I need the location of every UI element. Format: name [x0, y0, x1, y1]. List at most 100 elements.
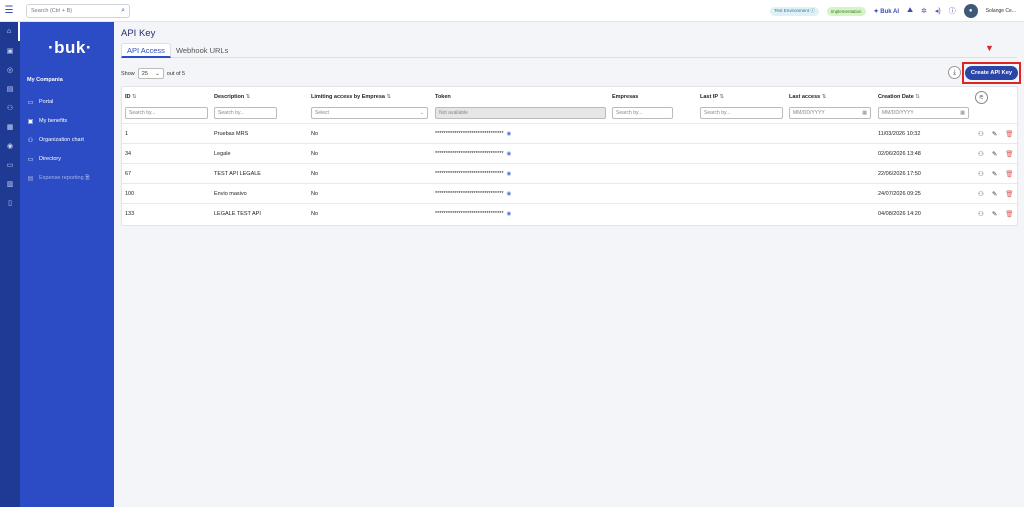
company-name: My Compania	[27, 77, 63, 83]
download-icon[interactable]: ⤓	[948, 66, 961, 79]
folder-icon[interactable]: ▭	[0, 155, 20, 174]
delete-icon[interactable]: 🗑	[1005, 150, 1013, 158]
page-size-select[interactable]: 25 ⌄	[137, 68, 164, 79]
page-size-control: Show 25 ⌄ out of 5	[121, 68, 185, 79]
total-count: out of 5	[166, 70, 186, 77]
delete-icon[interactable]: 🗑	[1005, 130, 1013, 138]
users-icon[interactable]: ⚇	[978, 170, 984, 178]
eye-icon[interactable]: ◉	[507, 191, 512, 197]
last-access-filter-input[interactable]: MM/DD/YYYY ▦	[789, 107, 871, 119]
menu-icon[interactable]: ☰	[0, 5, 18, 16]
header-label: Creation Date	[878, 94, 914, 100]
users-icon[interactable]: ⚇	[978, 150, 984, 158]
last-ip-filter-input[interactable]: Search by...	[700, 107, 783, 119]
edit-icon[interactable]: ✎	[992, 150, 997, 158]
tab-api-access[interactable]: API Access	[121, 43, 171, 58]
column-header-id[interactable]: ID ⇅	[125, 94, 137, 100]
users-icon[interactable]: ⚇	[978, 210, 984, 218]
sidebar-item-portal[interactable]: ▭ Portal	[27, 97, 54, 107]
cell-description: TEST API LEGALE	[214, 171, 261, 177]
document-icon[interactable]: ▤	[0, 79, 20, 98]
sidebar-item-my-benefits[interactable]: ▣ My benefits	[27, 116, 67, 126]
page-title: API Key	[121, 28, 156, 39]
filter-settings-icon[interactable]: ⚟	[975, 91, 988, 104]
sort-icon[interactable]: ⇅	[915, 94, 920, 100]
settings-icon[interactable]: ✲	[921, 7, 927, 15]
sort-icon[interactable]: ⇅	[719, 94, 724, 100]
token-filter-input: Not available	[435, 107, 606, 119]
implementation-badge[interactable]: Implementation	[826, 6, 866, 16]
description-filter-input[interactable]: Search by...	[214, 107, 277, 119]
edit-icon[interactable]: ✎	[992, 130, 997, 138]
table-row: 100 Envio masivo No ********************…	[122, 183, 1019, 203]
users-icon[interactable]: ⚇	[978, 190, 984, 198]
edit-icon[interactable]: ✎	[992, 170, 997, 178]
eye-icon[interactable]: ◉	[507, 171, 512, 177]
sort-icon[interactable]: ⇅	[132, 94, 137, 100]
building-icon[interactable]: ▯	[0, 193, 20, 212]
search-icon: ⌕	[121, 6, 125, 14]
edit-icon[interactable]: ✎	[992, 190, 997, 198]
tab-webhook-urls[interactable]: Webhook URLs	[171, 43, 233, 58]
eye-icon[interactable]: ◉	[0, 136, 20, 155]
sort-icon[interactable]: ⇅	[246, 94, 251, 100]
token-value: ********************************	[435, 131, 504, 137]
globe-icon[interactable]: ◎	[0, 60, 20, 79]
column-header-last-ip[interactable]: Last IP ⇅	[700, 94, 724, 100]
limiting-filter-select[interactable]: Select ⌄	[311, 107, 428, 119]
eye-icon[interactable]: ◉	[507, 131, 512, 137]
delete-icon[interactable]: 🗑	[1005, 210, 1013, 218]
column-header-creation-date[interactable]: Creation Date ⇅	[878, 94, 920, 100]
creation-date-filter-input[interactable]: MM/DD/YYYY ▦	[878, 107, 969, 119]
row-actions: ⚇ ✎ 🗑	[978, 210, 1014, 218]
search-placeholder: Search (Ctrl + B)	[31, 7, 73, 14]
calendar-icon[interactable]: ▦	[960, 110, 965, 116]
calendar-icon[interactable]: ▦	[862, 110, 867, 116]
chart-icon[interactable]: ⛰	[907, 7, 913, 15]
tabs: API Access Webhook URLs	[121, 43, 1017, 58]
show-label: Show	[121, 70, 135, 77]
filter-placeholder: Search by...	[218, 110, 245, 116]
search-input[interactable]: Search (Ctrl + B) ⌕	[26, 3, 130, 18]
sidebar-item-organization-chart[interactable]: ⚇ Organization chart	[27, 135, 84, 145]
cell-limiting: No	[311, 211, 319, 217]
cell-token: ******************************** ◉	[435, 131, 511, 137]
briefcase-icon[interactable]: ▦	[0, 117, 20, 136]
eye-icon[interactable]: ◉	[507, 211, 512, 217]
empresas-filter-input[interactable]: Search by...	[612, 107, 673, 119]
sort-icon[interactable]: ⇅	[822, 94, 827, 100]
announcement-icon[interactable]: ◂)	[935, 7, 941, 15]
users-icon[interactable]: ⚇	[978, 130, 984, 138]
sort-icon[interactable]: ⇅	[387, 94, 392, 100]
edit-icon[interactable]: ✎	[992, 210, 997, 218]
row-actions: ⚇ ✎ 🗑	[978, 130, 1014, 138]
column-header-description[interactable]: Description ⇅	[214, 94, 250, 100]
help-icon[interactable]: ⓘ	[949, 6, 956, 16]
gift-icon: ▣	[27, 118, 34, 125]
delete-icon[interactable]: 🗑	[1005, 170, 1013, 178]
avatar[interactable]: ●	[963, 4, 978, 18]
report-icon[interactable]: ▥	[0, 174, 20, 193]
cell-id: 133	[125, 211, 135, 217]
calendar-icon[interactable]: ▣	[0, 41, 20, 60]
environment-badge[interactable]: Test Environment ⓘ	[770, 6, 819, 16]
page-size-value: 25	[141, 70, 148, 77]
arrow-down-icon: ▼	[985, 43, 994, 53]
people-icon[interactable]: ⚇	[0, 98, 20, 117]
column-header-last-access[interactable]: Last access ⇅	[789, 94, 826, 100]
create-api-key-button[interactable]: Create API Key	[965, 66, 1018, 80]
cell-token: ******************************** ◉	[435, 171, 511, 177]
cell-id: 34	[125, 151, 132, 157]
cell-creation-date: 22/06/2026 17:50	[878, 171, 921, 177]
delete-icon[interactable]: 🗑	[1005, 190, 1013, 198]
id-filter-input[interactable]: Search by...	[125, 107, 208, 119]
sidebar-item-label: Portal	[39, 99, 54, 105]
sidebar-item-directory[interactable]: ▭ Directory	[27, 154, 61, 164]
table-row: 67 TEST API LEGALE No ******************…	[122, 163, 1019, 183]
home-icon[interactable]: ⌂	[0, 22, 20, 41]
user-name[interactable]: Solange Ce...	[986, 8, 1016, 14]
eye-icon[interactable]: ◉	[507, 151, 512, 157]
buk-ai-button[interactable]: ✦ Buk AI	[874, 8, 899, 15]
column-header-limiting[interactable]: Limiting access by Empresa ⇅	[311, 94, 391, 100]
cell-creation-date: 11/03/2026 10:32	[878, 131, 921, 137]
